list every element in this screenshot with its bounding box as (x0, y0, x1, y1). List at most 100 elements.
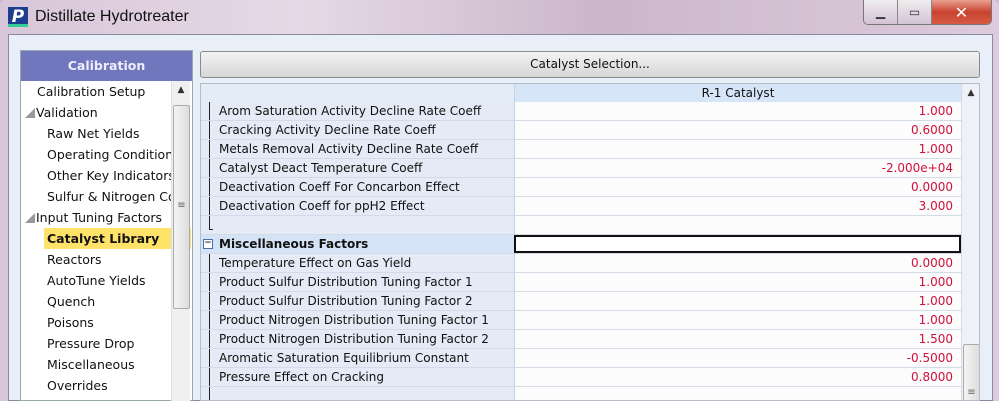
table-row[interactable]: Metals Removal Activity Decline Rate Coe… (201, 140, 961, 159)
row-value-cell[interactable]: 0.0000 (514, 178, 961, 196)
sidebar: Calibration Calibration Setup Validation R… (20, 50, 193, 401)
grid-header: R-1 Catalyst (201, 84, 961, 102)
sidebar-header[interactable]: Calibration (21, 51, 192, 81)
row-label-text: Temperature Effect on Gas Yield (219, 256, 412, 270)
table-row[interactable]: Product Sulfur Distribution Tuning Facto… (201, 273, 961, 292)
sidebar-item[interactable]: Validation (21, 102, 171, 123)
row-label-text: Metals Removal Activity Decline Rate Coe… (219, 142, 479, 156)
sidebar-item-label: Operating Condition (47, 147, 171, 162)
sidebar-item[interactable]: Operating Condition (21, 144, 171, 165)
sidebar-item-label: Pressure Drop (47, 336, 135, 351)
sidebar-item[interactable]: Miscellaneous (21, 354, 171, 375)
table-row[interactable] (201, 387, 961, 400)
scroll-up-icon[interactable]: ▲ (962, 84, 979, 102)
minimize-button[interactable]: ▁ (864, 0, 898, 24)
scroll-thumb[interactable]: ≡ (963, 344, 979, 400)
scroll-up-icon[interactable]: ▲ (172, 81, 190, 99)
row-value-cell[interactable]: 0.6000 (514, 121, 961, 139)
section-header-row[interactable]: − Miscellaneous Factors (201, 235, 961, 254)
table-row[interactable]: Product Nitrogen Distribution Tuning Fac… (201, 311, 961, 330)
row-label: Temperature Effect on Gas Yield (201, 254, 514, 272)
row-label: Pressure Effect on Cracking (201, 368, 514, 386)
row-label-text: Miscellaneous Factors (219, 237, 369, 251)
sidebar-item[interactable]: Input Tuning Factors (21, 207, 171, 228)
row-value-cell[interactable]: 1.000 (514, 102, 961, 120)
table-row[interactable]: Deactivation Coeff For Concarbon Effect 0… (201, 178, 961, 197)
window-title: Distillate Hydrotreater (35, 8, 189, 25)
table-row[interactable]: Catalyst Deact Temperature Coeff -2.000e+… (201, 159, 961, 178)
row-value-cell[interactable]: -0.5000 (514, 349, 961, 367)
table-row[interactable] (201, 216, 961, 235)
row-label: Metals Removal Activity Decline Rate Coe… (201, 140, 514, 158)
row-value-cell[interactable]: 1.000 (514, 311, 961, 329)
row-label-text: Deactivation Coeff for ppH2 Effect (219, 199, 425, 213)
sidebar-item-label: Reactors (47, 252, 102, 267)
row-label: − Miscellaneous Factors (201, 235, 514, 253)
sidebar-item[interactable]: Raw Net Yields (21, 123, 171, 144)
row-value-cell[interactable]: 3.000 (514, 197, 961, 215)
sidebar-item[interactable]: AutoTune Yields (21, 270, 171, 291)
table-row[interactable]: Product Nitrogen Distribution Tuning Fac… (201, 330, 961, 349)
window-controls: ▁ ▭ ✕ (863, 0, 992, 25)
expand-triangle-icon[interactable] (25, 213, 35, 223)
row-label: Aromatic Saturation Equilibrium Constant (201, 349, 514, 367)
sidebar-item-label: Overrides (47, 378, 108, 393)
expand-triangle-icon[interactable] (25, 108, 35, 118)
row-label-text: Deactivation Coeff For Concarbon Effect (219, 180, 460, 194)
row-value-cell[interactable] (514, 387, 961, 400)
row-value-cell[interactable] (514, 235, 961, 253)
table-row[interactable]: Arom Saturation Activity Decline Rate Co… (201, 102, 961, 121)
row-value-cell[interactable]: 1.000 (514, 140, 961, 158)
table-row[interactable]: Pressure Effect on Cracking 0.8000 (201, 368, 961, 387)
table-row[interactable]: Cracking Activity Decline Rate Coeff 0.60… (201, 121, 961, 140)
table-row[interactable]: Product Sulfur Distribution Tuning Facto… (201, 292, 961, 311)
sidebar-item[interactable]: Poisons (21, 312, 171, 333)
row-label: Product Sulfur Distribution Tuning Facto… (201, 273, 514, 291)
sidebar-item-label: Sulfur & Nitrogen Co (47, 189, 171, 204)
sidebar-item[interactable]: Overrides (21, 375, 171, 396)
row-value-cell[interactable]: 0.8000 (514, 368, 961, 386)
nav-tree: Calibration Setup Validation Raw Net Yield… (21, 81, 191, 396)
row-label: Product Sulfur Distribution Tuning Facto… (201, 292, 514, 310)
sidebar-item[interactable]: Quench (21, 291, 171, 312)
sidebar-item-label: Catalyst Library (47, 231, 160, 246)
row-value-cell[interactable]: 1.500 (514, 330, 961, 348)
row-label-text: Product Sulfur Distribution Tuning Facto… (219, 294, 473, 308)
row-label: Deactivation Coeff For Concarbon Effect (201, 178, 514, 196)
row-value-cell[interactable]: -2.000e+04 (514, 159, 961, 177)
grid-scrollbar[interactable]: ▲ ≡ (961, 84, 979, 400)
sidebar-item[interactable]: Pressure Drop (21, 333, 171, 354)
row-value-cell[interactable]: 1.000 (514, 292, 961, 310)
row-label-text: Product Sulfur Distribution Tuning Facto… (219, 275, 473, 289)
sidebar-item-label: Poisons (47, 315, 94, 330)
row-value-cell[interactable]: 0.0000 (514, 254, 961, 272)
catalyst-selection-button[interactable]: Catalyst Selection... (200, 51, 980, 78)
sidebar-item[interactable]: Reactors (21, 249, 171, 270)
row-label-text: Product Nitrogen Distribution Tuning Fac… (219, 332, 489, 346)
row-value-cell[interactable] (514, 216, 961, 234)
row-label-text: Pressure Effect on Cracking (219, 370, 384, 384)
sidebar-item[interactable]: Calibration Setup (21, 81, 171, 102)
row-label: Product Nitrogen Distribution Tuning Fac… (201, 330, 514, 348)
close-button[interactable]: ✕ (932, 0, 991, 24)
table-row[interactable]: Temperature Effect on Gas Yield 0.0000 (201, 254, 961, 273)
scroll-thumb[interactable]: ≡ (173, 105, 190, 309)
column-header-r1-catalyst: R-1 Catalyst (514, 84, 961, 102)
maximize-button[interactable]: ▭ (898, 0, 932, 24)
sidebar-item[interactable]: Other Key Indicators (21, 165, 171, 186)
sidebar-item[interactable]: Catalyst Library (44, 228, 191, 249)
sidebar-item-label: Miscellaneous (47, 357, 135, 372)
row-label: Deactivation Coeff for ppH2 Effect (201, 197, 514, 215)
sidebar-item-label: Validation (36, 105, 98, 120)
sidebar-item[interactable]: Sulfur & Nitrogen Co (21, 186, 171, 207)
collapse-icon[interactable]: − (203, 239, 213, 249)
row-label: Product Nitrogen Distribution Tuning Fac… (201, 311, 514, 329)
table-row[interactable]: Deactivation Coeff for ppH2 Effect 3.000 (201, 197, 961, 216)
table-row[interactable]: Aromatic Saturation Equilibrium Constant… (201, 349, 961, 368)
sidebar-scrollbar[interactable]: ▲ ≡ (171, 81, 190, 401)
row-label: Arom Saturation Activity Decline Rate Co… (201, 102, 514, 120)
row-label (201, 216, 514, 234)
row-label-text: Arom Saturation Activity Decline Rate Co… (219, 104, 482, 118)
row-label (201, 387, 514, 400)
row-value-cell[interactable]: 1.000 (514, 273, 961, 291)
